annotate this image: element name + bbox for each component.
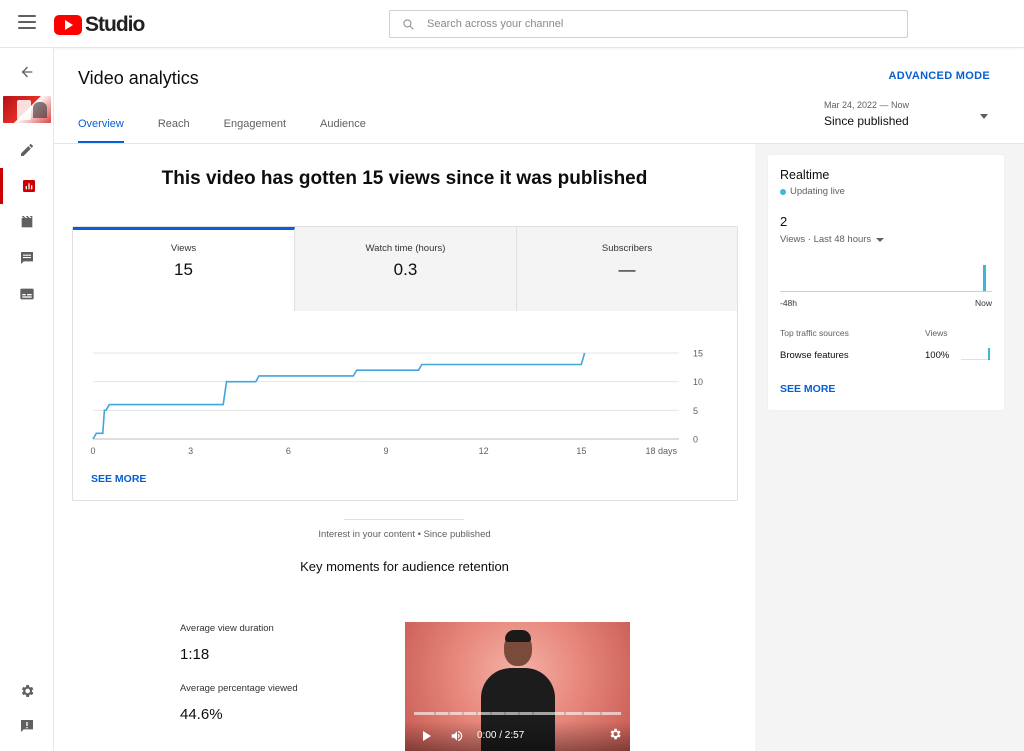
y-tick-label: 5 [693, 406, 698, 416]
stat-value: 44.6% [180, 706, 223, 723]
metric-label: Watch time (hours) [365, 243, 446, 254]
stat-label: Average view duration [180, 623, 274, 634]
stat-value: 1:18 [180, 646, 210, 663]
youtube-logo-icon [54, 15, 82, 35]
series-line [92, 352, 586, 440]
overview-card: Views 15 Watch time (hours) 0.3 Subscrib… [72, 226, 738, 501]
realtime-see-more-button[interactable]: SEE MORE [780, 383, 835, 395]
metric-watch-time[interactable]: Watch time (hours) 0.3 [295, 227, 517, 311]
tab-bar: Overview Reach Engagement Audience [78, 118, 400, 144]
video-progress-bar[interactable] [414, 712, 621, 715]
y-tick-label: 10 [693, 377, 703, 387]
page-title: Video analytics [78, 68, 199, 88]
search-icon [403, 18, 414, 30]
live-dot-icon [780, 188, 786, 195]
x-tick-label: 12 [479, 446, 489, 456]
overview-headline: This video has gotten 15 views since it … [161, 168, 648, 189]
realtime-status: Updating live [780, 186, 845, 197]
x-tick-label: 9 [383, 446, 388, 456]
dropdown-caret-icon [876, 237, 885, 242]
realtime-period-label: Views · Last 48 hours [780, 234, 872, 245]
realtime-sparkline [780, 265, 992, 292]
tab-overview[interactable]: Overview [78, 118, 124, 144]
metric-subscribers[interactable]: Subscribers — [517, 227, 737, 311]
x-tick-label: 0 [90, 446, 95, 456]
back-arrow-icon[interactable] [0, 54, 54, 90]
section-divider [344, 519, 464, 520]
avg-percentage-viewed: Average percentage viewed 44.6% [180, 683, 298, 723]
studio-logo[interactable]: Studio [54, 13, 145, 37]
interest-caption: Interest in your content • Since publish… [318, 529, 491, 540]
volume-icon[interactable] [450, 729, 464, 743]
video-settings-gear-icon[interactable] [608, 727, 622, 741]
logo-text: Studio [85, 13, 145, 36]
video-player[interactable]: 0:00 / 2:57 [405, 622, 630, 751]
video-thumbnail[interactable] [3, 96, 51, 123]
traffic-source-name: Browse features [780, 350, 849, 361]
search-box[interactable] [389, 10, 908, 38]
realtime-axis-end: Now [974, 298, 992, 308]
tab-audience[interactable]: Audience [320, 118, 366, 144]
left-nav [0, 48, 54, 751]
tab-reach[interactable]: Reach [158, 118, 190, 144]
metric-label: Subscribers [601, 243, 653, 254]
metric-value: 15 [174, 260, 193, 279]
video-frame-person-hair [505, 630, 531, 642]
traffic-source-minibar [961, 348, 991, 360]
metric-label: Views [170, 243, 197, 254]
see-more-button[interactable]: SEE MORE [91, 473, 146, 485]
realtime-count: 2 [780, 214, 788, 229]
x-tick-label: 6 [286, 446, 291, 456]
traffic-source-percent: 100% [925, 350, 950, 361]
y-tick-label: 15 [693, 349, 703, 359]
metric-views[interactable]: Views 15 [73, 227, 295, 311]
date-range-sub: Mar 24, 2022 — Now [824, 100, 910, 110]
video-controls: 0:00 / 2:57 [405, 721, 630, 751]
search-input[interactable] [427, 18, 867, 30]
realtime-period-selector[interactable]: Views · Last 48 hours [780, 234, 885, 245]
video-time: 0:00 / 2:57 [477, 730, 525, 741]
analytics-icon[interactable] [0, 168, 54, 204]
stat-label: Average percentage viewed [180, 683, 298, 694]
pencil-icon[interactable] [0, 132, 54, 168]
date-range-main: Since published [824, 114, 909, 128]
views-line-chart: 0 5 10 15 0 3 6 9 12 15 18 days [90, 349, 703, 457]
avg-view-duration: Average view duration 1:18 [180, 623, 274, 663]
key-moments-title: Key moments for audience retention [300, 559, 509, 574]
realtime-axis-start: -48h [780, 298, 798, 308]
realtime-card: Realtime Updating live 2 Views · Last 48… [768, 155, 1004, 410]
feedback-icon[interactable] [0, 708, 54, 744]
settings-gear-icon[interactable] [0, 673, 54, 709]
x-tick-label: 18 days [645, 446, 677, 456]
x-tick-label: 15 [576, 446, 586, 456]
top-bar: Studio [0, 0, 1024, 48]
subtitles-icon[interactable] [0, 276, 54, 312]
realtime-bar [983, 265, 986, 291]
x-tick-label: 3 [188, 446, 193, 456]
play-icon[interactable] [423, 731, 431, 741]
traffic-sources-header: Top traffic sources [780, 328, 849, 338]
tab-engagement[interactable]: Engagement [224, 118, 286, 144]
metric-value: 0.3 [393, 260, 418, 279]
realtime-status-text: Updating live [790, 186, 845, 197]
film-icon[interactable] [0, 204, 54, 240]
metric-value: — [618, 260, 636, 279]
advanced-mode-button[interactable]: ADVANCED MODE [889, 70, 990, 82]
traffic-views-header: Views [925, 328, 948, 338]
y-tick-label: 0 [693, 435, 698, 445]
realtime-title: Realtime [780, 168, 830, 182]
comments-icon[interactable] [0, 240, 54, 276]
menu-icon[interactable] [18, 15, 36, 33]
date-range-selector[interactable]: Mar 24, 2022 — Now Since published [824, 100, 990, 128]
dropdown-caret-icon [980, 114, 988, 119]
